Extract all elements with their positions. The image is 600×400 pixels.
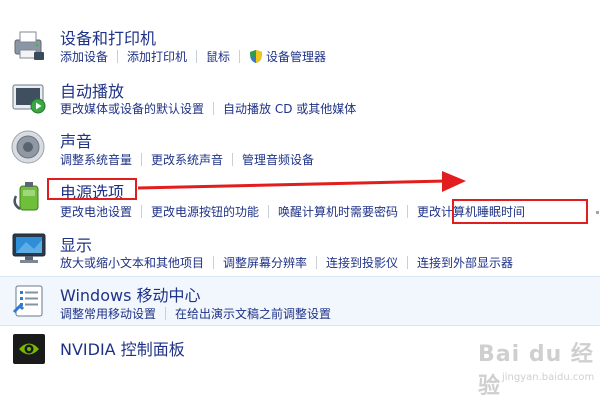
- edge-marker: [596, 211, 599, 214]
- watermark-logo: Bai du 经验: [478, 342, 594, 399]
- watermark-url: jingyan.baidu.com: [502, 372, 595, 383]
